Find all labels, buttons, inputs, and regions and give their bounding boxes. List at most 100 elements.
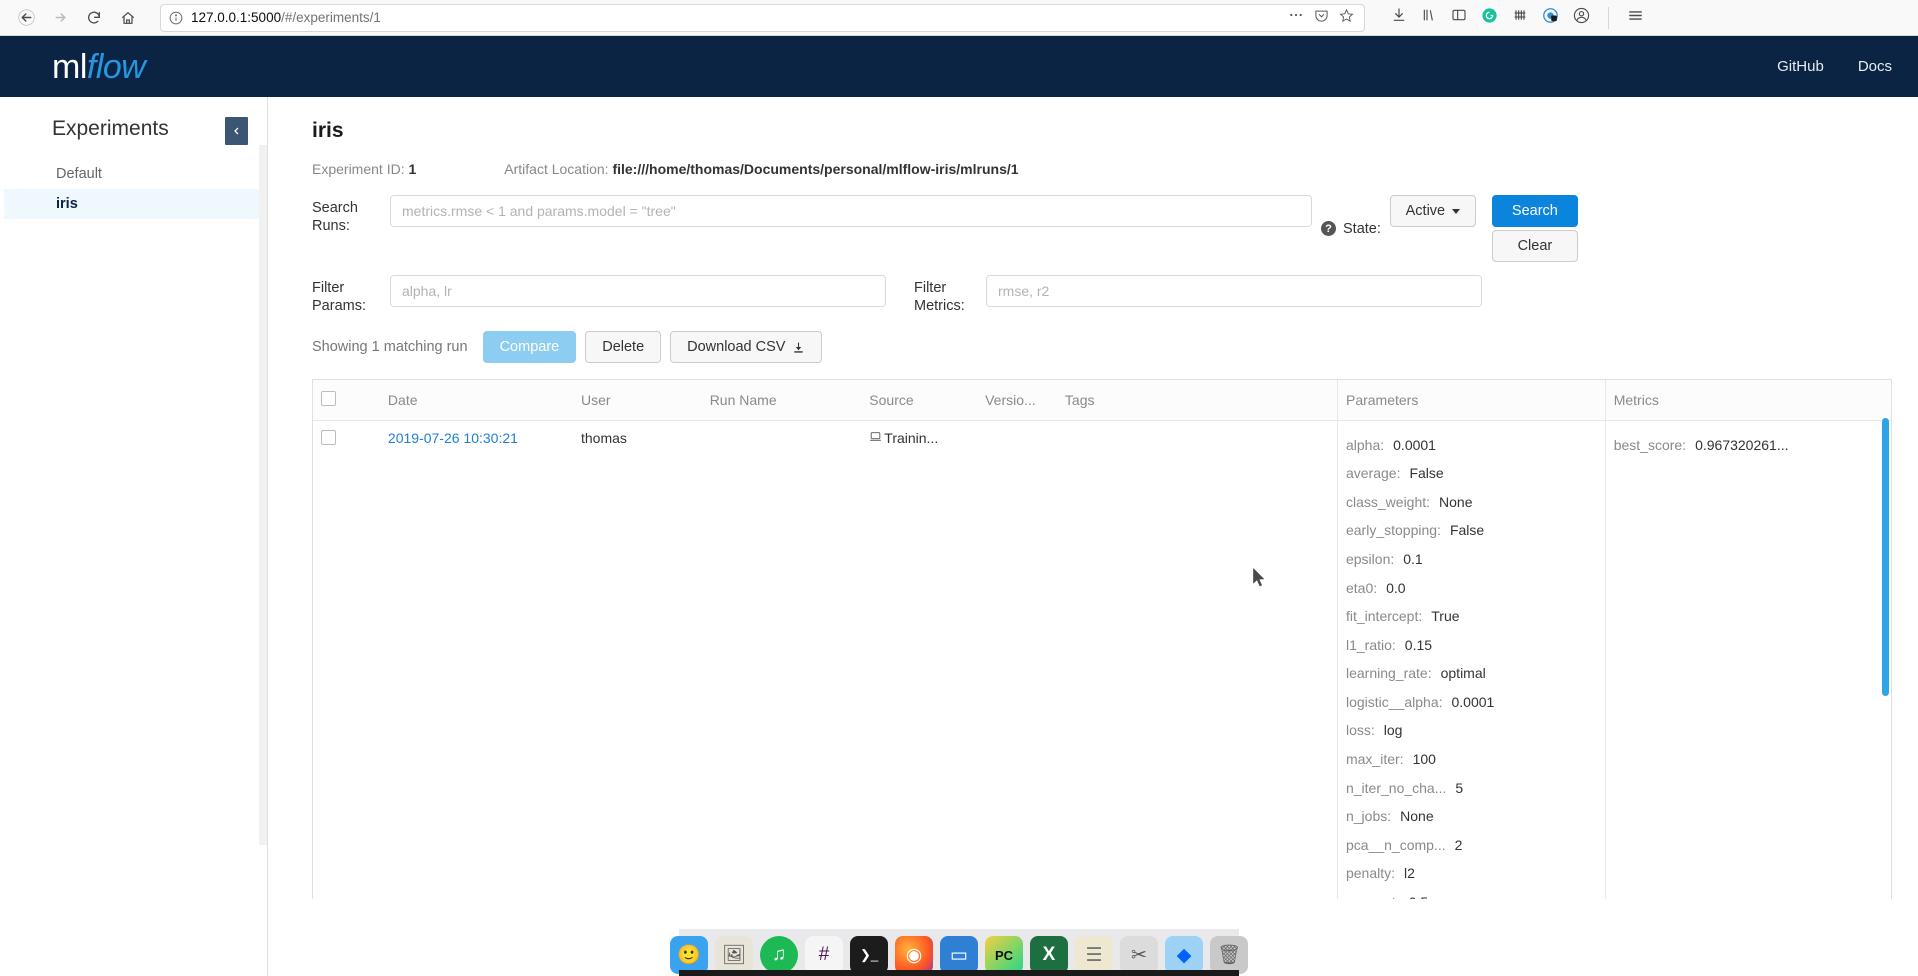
checkbox-unchecked-icon[interactable] [321,430,336,446]
dock-item-spotify[interactable]: ♫ [760,936,798,974]
sidebar-scrollbar[interactable] [259,145,267,845]
grammarly-icon[interactable] [1481,7,1498,29]
row-run-name-cell [702,421,862,900]
download-csv-button[interactable]: Download CSV [670,331,823,364]
privacy-badger-icon[interactable] [1542,7,1559,29]
dock-item-slack[interactable]: # [805,936,843,974]
url-host: 127.0.0.1:5000 [191,10,282,25]
filter-params-input[interactable] [390,275,886,307]
library-icon[interactable] [1421,7,1437,28]
chevron-left-icon[interactable] [225,117,248,145]
parameter-value: 0.0001 [1393,436,1436,453]
table-vertical-scrollbar[interactable] [1882,418,1889,697]
column-header-version[interactable]: Versio... [977,380,1057,422]
filter-metrics-label: Filter Metrics: [914,275,986,315]
row-user-cell: thomas [580,430,627,447]
row-tags-cell [1057,421,1338,900]
parameter-key: eta0: [1345,579,1378,596]
dock-item-dropbox[interactable]: ◆ [1165,936,1203,974]
parameter-value: l2 [1404,865,1415,882]
forward-arrow-icon[interactable] [44,3,76,33]
keepa-icon[interactable] [1512,7,1528,28]
hamburger-menu-icon[interactable] [1627,7,1644,29]
row-select-cell [313,421,380,900]
state-label: State: [1343,220,1381,237]
url-bar[interactable]: 127.0.0.1:5000/#/experiments/1 [160,3,1365,32]
compare-button[interactable]: Compare [482,331,577,364]
row-parameters-cell: alpha: 0.0001 average: False class_weight:… [1336,420,1606,900]
runs-table: Date User Run Name Source Versio... Tags… [312,379,1892,900]
parameter-item: class_weight: None [1346,487,1597,516]
column-header-user[interactable]: User [572,380,702,422]
experiment-meta: Experiment ID: 1 Artifact Location: file… [312,161,1892,177]
column-header-date[interactable]: Date [379,380,573,422]
run-date-link[interactable]: 2019-07-26 10:30:21 [388,430,518,446]
question-mark-icon[interactable]: ? [1321,221,1336,236]
home-icon[interactable] [112,3,144,33]
star-icon[interactable] [1339,8,1354,28]
runs-action-bar: Showing 1 matching run Compare Delete Do… [312,331,1892,364]
search-actions: Search Clear [1491,195,1578,262]
clear-button[interactable]: Clear [1491,230,1578,262]
artifact-location-field: Artifact Location: file:///home/thomas/D… [504,161,1018,177]
column-header-source[interactable]: Source [861,380,978,422]
mlflow-logo[interactable]: mlflow [52,50,146,84]
artifact-location-label: Artifact Location: [504,161,609,177]
url-text[interactable]: 127.0.0.1:5000/#/experiments/1 [191,10,1280,25]
reload-icon[interactable] [78,3,110,33]
parameter-key: loss: [1345,722,1375,739]
filter-params-label: Filter Params: [312,275,390,315]
dock-item-finder[interactable]: 🙂 [670,936,708,974]
os-dock: 🙂 🖼 ♫ # ❯_ ◉ ▭ PC X ☰ ✂ ◆ 🗑 [670,929,1248,976]
artifact-location-value: file:///home/thomas/Documents/personal/m… [612,161,1019,177]
checkbox-unchecked-icon[interactable] [321,391,336,407]
column-header-tags[interactable]: Tags [1056,380,1338,422]
parameter-key: penalty: [1345,865,1396,882]
github-link[interactable]: GitHub [1777,58,1824,75]
row-date-cell: 2019-07-26 10:30:21 [380,421,573,900]
parameter-key: l1_ratio: [1345,636,1396,653]
parameter-value: False [1449,522,1485,539]
search-button[interactable]: Search [1491,195,1578,227]
account-icon[interactable] [1573,7,1590,29]
download-icon[interactable] [1391,7,1407,28]
back-arrow-icon[interactable] [10,3,42,33]
delete-button[interactable]: Delete [585,331,662,364]
sidebar-item-default[interactable]: Default [0,159,267,189]
column-header-run-name[interactable]: Run Name [701,380,862,422]
parameter-value: 2 [1454,836,1463,853]
column-header-metrics[interactable]: Metrics [1604,380,1891,422]
download-icon [792,341,805,354]
parameter-item: loss: log [1346,716,1597,745]
info-icon[interactable] [169,11,183,25]
dock-item-excel[interactable]: X [1030,936,1068,974]
pocket-icon[interactable] [1314,8,1329,28]
column-header-parameters[interactable]: Parameters [1336,380,1606,422]
ellipsis-icon[interactable] [1288,7,1304,28]
docs-link[interactable]: Docs [1858,58,1892,75]
dock-item-display[interactable]: ▭ [940,936,978,974]
parameter-value: True [1431,608,1460,625]
search-runs-input[interactable] [390,195,1312,227]
sidebar-item-iris[interactable]: iris [0,189,267,219]
parameter-value: 0.5 [1409,894,1428,899]
dock-item-firefox[interactable]: ◉ [895,936,933,974]
filter-metrics-input[interactable] [986,275,1482,307]
parameter-key: learning_rate: [1345,665,1432,682]
experiment-id-label: Experiment ID: [312,161,405,177]
table-header-row: Date User Run Name Source Versio... Tags… [313,380,1891,422]
parameter-item: n_iter_no_cha... 5 [1346,773,1597,802]
state-dropdown[interactable]: Active [1389,195,1476,227]
parameter-value: 0.0 [1386,579,1406,596]
dock-item-terminal[interactable]: ❯_ [850,936,888,974]
dock-item-screenshot[interactable]: ✂ [1120,936,1158,974]
dock-item-notes[interactable]: ☰ [1075,936,1113,974]
parameter-value: 5 [1455,779,1464,796]
dock-item-pycharm[interactable]: PC [985,936,1023,974]
table-row[interactable]: 2019-07-26 10:30:21 thomas Trainin... al… [313,420,1891,900]
sidebar-icon[interactable] [1451,7,1467,28]
dock-item-trash[interactable]: 🗑 [1210,936,1248,974]
parameter-value: 0.0001 [1451,693,1495,710]
dock-item-preview[interactable]: 🖼 [715,936,753,974]
parameter-key: early_stopping: [1345,522,1441,539]
